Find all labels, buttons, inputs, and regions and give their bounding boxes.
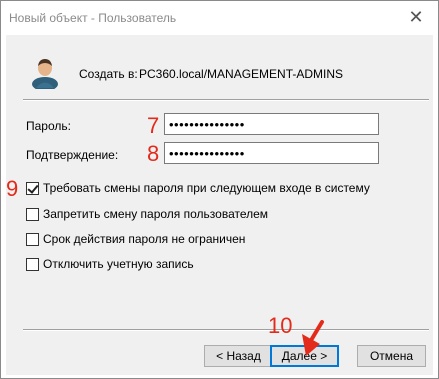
step-marker-10: 10 — [268, 313, 293, 338]
option-password-never-expires[interactable]: Срок действия пароля не ограничен — [26, 232, 245, 246]
window-title: Новый объект - Пользователь — [9, 11, 177, 25]
confirm-label: Подтверждение: — [26, 148, 119, 162]
title-bar: Новый объект - Пользователь ✕ — [1, 1, 438, 35]
disable-account-label: Отключить учетную запись — [43, 257, 194, 271]
cancel-button[interactable]: Отмена — [357, 345, 426, 367]
step-marker-9: 9 — [6, 176, 19, 201]
require-change-label: Требовать смены пароля при следующем вхо… — [43, 181, 370, 195]
user-avatar-icon — [32, 59, 58, 89]
option-prevent-password-change[interactable]: Запретить смену пароля пользователем — [26, 207, 268, 221]
back-button[interactable]: < Назад — [204, 345, 273, 367]
separator-bottom — [23, 329, 429, 331]
never-expires-label: Срок действия пароля не ограничен — [43, 232, 246, 246]
prevent-change-checkbox[interactable] — [26, 207, 39, 221]
disable-account-checkbox[interactable] — [26, 257, 39, 271]
pointer-arrow-icon — [302, 320, 324, 356]
create-in-label: Создать в: — [79, 67, 138, 81]
option-disable-account[interactable]: Отключить учетную запись — [26, 257, 194, 271]
confirm-password-input[interactable]: ••••••••••••••• — [164, 142, 379, 164]
new-user-dialog: Новый объект - Пользователь ✕ Создать в:… — [0, 0, 439, 379]
require-change-checkbox[interactable] — [26, 181, 39, 195]
create-in-path: PC360.local/MANAGEMENT-ADMINS — [139, 67, 344, 81]
dialog-body: Создать в: PC360.local/MANAGEMENT-ADMINS… — [6, 35, 433, 375]
password-label: Пароль: — [26, 119, 71, 133]
prevent-change-label: Запретить смену пароля пользователем — [43, 207, 269, 221]
separator-top — [23, 99, 429, 101]
step-marker-8: 8 — [147, 141, 160, 166]
option-require-password-change[interactable]: Требовать смены пароля при следующем вхо… — [26, 181, 370, 195]
step-marker-7: 7 — [147, 113, 160, 138]
password-input[interactable]: ••••••••••••••• — [164, 113, 379, 135]
never-expires-checkbox[interactable] — [26, 232, 39, 246]
close-icon[interactable]: ✕ — [394, 1, 438, 33]
